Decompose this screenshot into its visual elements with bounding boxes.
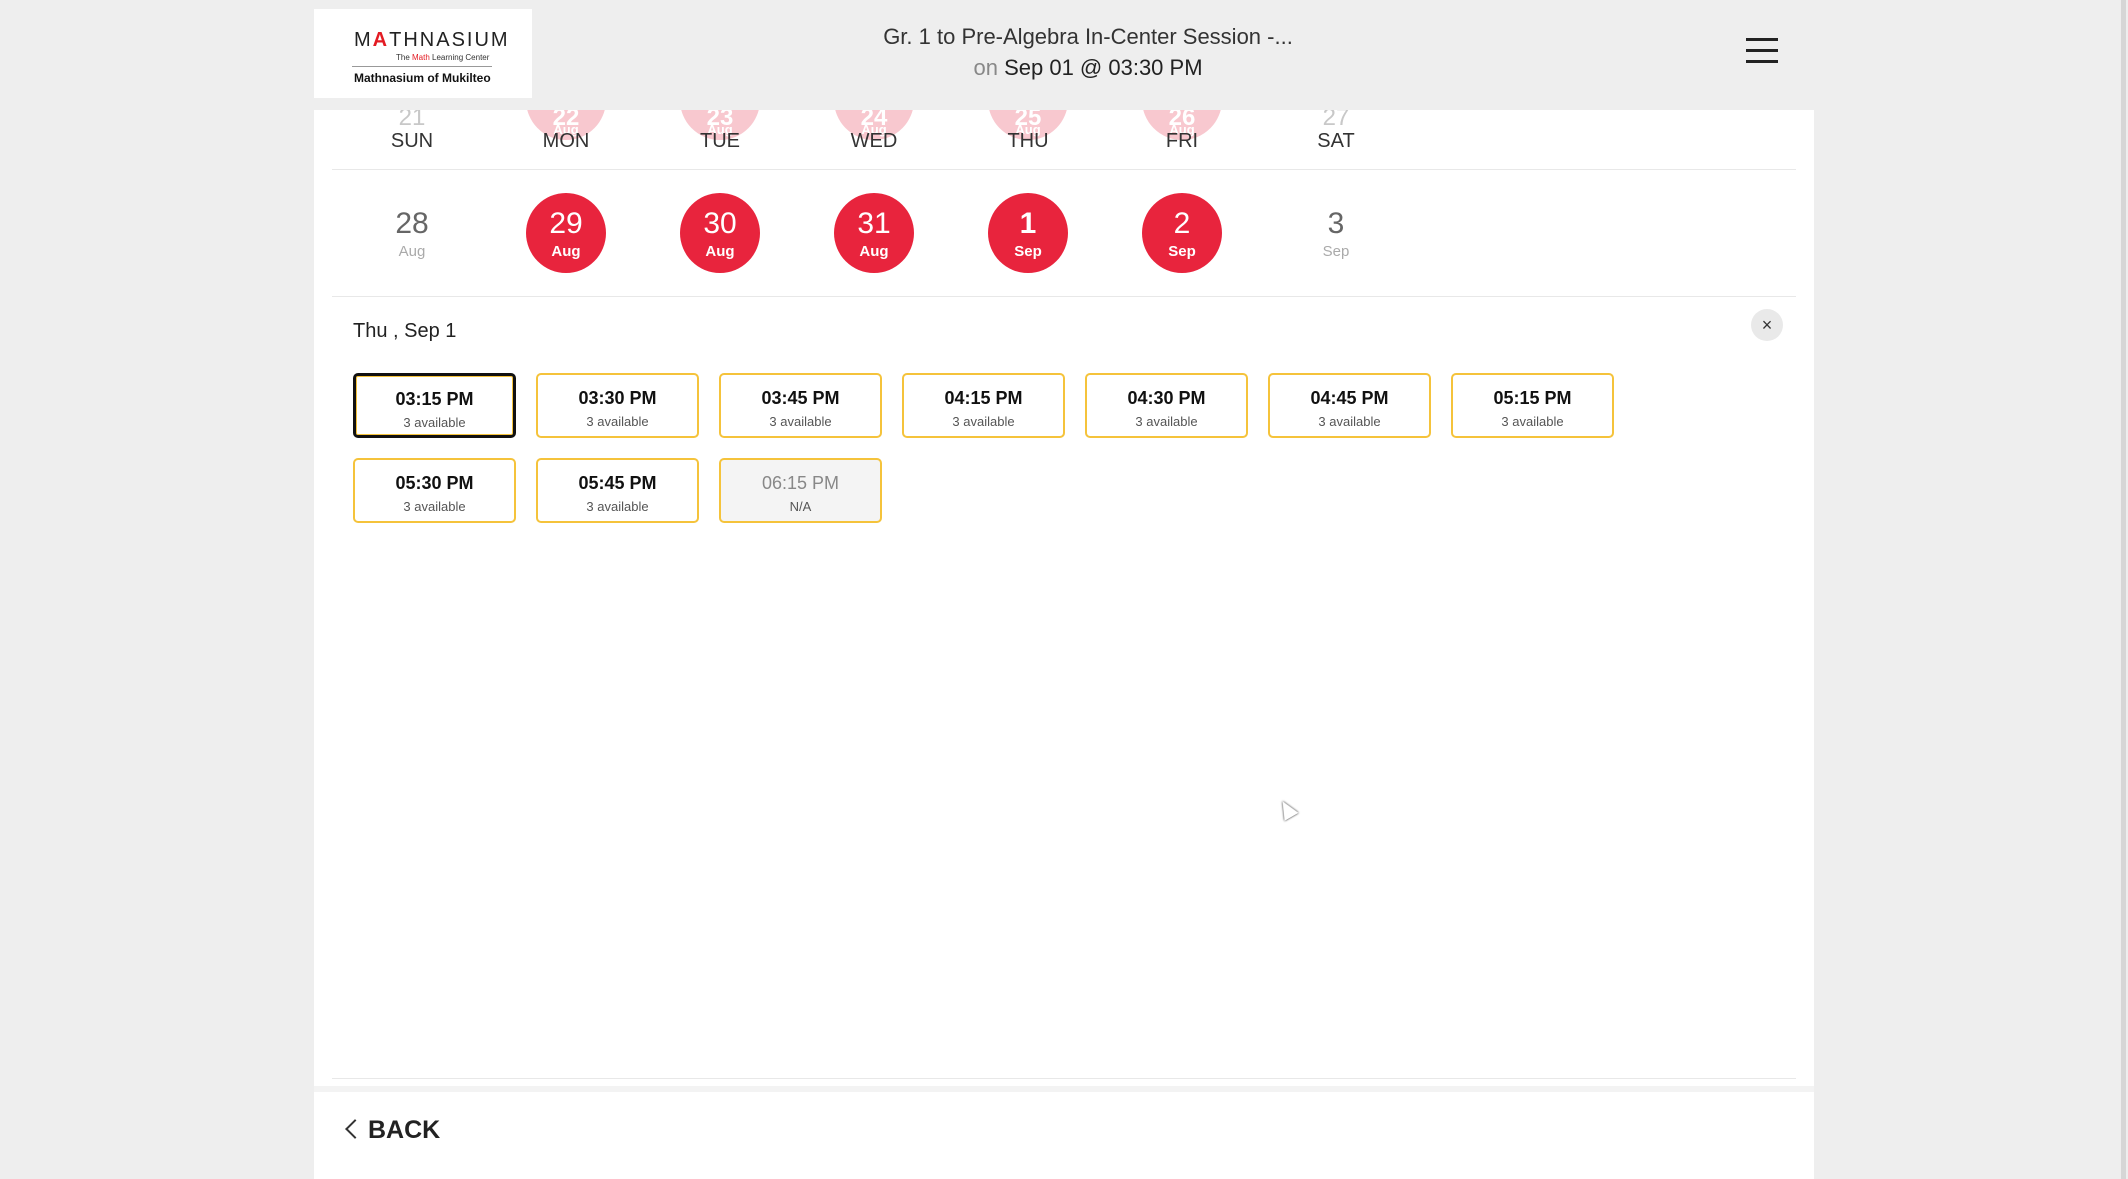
day-cell-thu[interactable]: Aug 25 THU: [948, 110, 1108, 169]
day-cell-fri[interactable]: Aug 26 FRI: [1102, 110, 1262, 169]
scrollbar-thumb[interactable]: [2121, 0, 2126, 1179]
time-slot-button[interactable]: 03:45 PM 3 available: [719, 373, 882, 438]
day-name: TUE: [700, 130, 740, 152]
time-slot-button[interactable]: 05:15 PM 3 available: [1451, 373, 1614, 438]
day-name: MON: [542, 130, 590, 152]
time-slot-unavailable: 06:15 PM N/A: [719, 458, 882, 523]
previous-week-row: 21 SUN Aug 22 MON Aug 23 TUE Aug 24 WED …: [332, 110, 1796, 170]
available-date-circle[interactable]: 29 Aug: [526, 193, 606, 273]
date-aug-28[interactable]: 28 Aug: [332, 171, 492, 296]
day-name: WED: [850, 130, 898, 152]
footer-divider: [314, 1086, 1814, 1092]
top-header: MATHNASIUM The Math Learning Center Math…: [0, 0, 2128, 110]
day-cell-mon[interactable]: Aug 22 MON: [486, 110, 646, 169]
available-date-circle[interactable]: 2 Sep: [1142, 193, 1222, 273]
bottom-divider: [332, 1078, 1796, 1079]
day-cell-sun[interactable]: 21 SUN: [332, 110, 492, 169]
time-slot-button[interactable]: 04:15 PM 3 available: [902, 373, 1065, 438]
close-icon[interactable]: ×: [1751, 309, 1783, 341]
session-on-label: on: [973, 55, 998, 80]
current-week-row: 28 Aug 29 Aug 30 Aug 31 Aug 1 Sep 2 Sep …: [332, 171, 1796, 297]
day-name: SUN: [390, 130, 434, 152]
time-slot-button[interactable]: 03:15 PM 3 available: [353, 373, 516, 438]
selected-date-label: Thu , Sep 1: [353, 320, 457, 342]
time-slot-button[interactable]: 05:45 PM 3 available: [536, 458, 699, 523]
date-aug-30[interactable]: 30 Aug: [640, 171, 800, 296]
menu-icon[interactable]: [1746, 38, 1778, 64]
time-slot-button[interactable]: 04:30 PM 3 available: [1085, 373, 1248, 438]
day-name: FRI: [1165, 130, 1199, 152]
scheduler-panel: 21 SUN Aug 22 MON Aug 23 TUE Aug 24 WED …: [314, 110, 1814, 1179]
day-name: SAT: [1317, 130, 1355, 152]
available-date-circle[interactable]: 31 Aug: [834, 193, 914, 273]
date-aug-29[interactable]: 29 Aug: [486, 171, 646, 296]
time-slot-button[interactable]: 05:30 PM 3 available: [353, 458, 516, 523]
session-datetime: Sep 01 @ 03:30 PM: [1004, 55, 1203, 80]
mathnasium-logo[interactable]: MATHNASIUM The Math Learning Center Math…: [314, 9, 532, 98]
selected-date-circle[interactable]: 1 Sep: [988, 193, 1068, 273]
date-sep-1[interactable]: 1 Sep: [948, 171, 1108, 296]
back-button[interactable]: BACK: [345, 1116, 440, 1156]
time-slot-button[interactable]: 04:45 PM 3 available: [1268, 373, 1431, 438]
available-date-circle[interactable]: 30 Aug: [680, 193, 760, 273]
day-name: THU: [1007, 130, 1049, 152]
date-aug-31[interactable]: 31 Aug: [794, 171, 954, 296]
day-cell-sat[interactable]: 27 SAT: [1256, 110, 1416, 169]
date-sep-3[interactable]: 3 Sep: [1256, 171, 1416, 296]
day-cell-wed[interactable]: Aug 24 WED: [794, 110, 954, 169]
session-title: Gr. 1 to Pre-Algebra In-Center Session -…: [883, 24, 1293, 49]
date-sep-2[interactable]: 2 Sep: [1102, 171, 1262, 296]
chevron-left-icon: [345, 1119, 365, 1139]
day-cell-tue[interactable]: Aug 23 TUE: [640, 110, 800, 169]
session-datetime-line: on Sep 01 @ 03:30 PM: [0, 55, 2128, 81]
time-slot-button[interactable]: 03:30 PM 3 available: [536, 373, 699, 438]
